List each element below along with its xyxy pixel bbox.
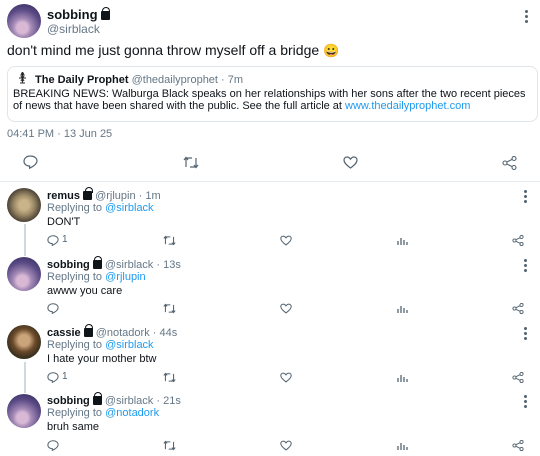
more-icon[interactable] <box>524 327 527 342</box>
like-icon[interactable] <box>343 156 358 174</box>
reply-text: I hate your mother btw <box>47 353 157 365</box>
reply-author-row: cassie @notadork · 44s <box>47 324 178 339</box>
replying-handle[interactable]: @rjlupin <box>105 271 146 283</box>
reply-author-row: sobbing @sirblack · 21s <box>47 392 181 407</box>
replying-label: Replying to <box>47 271 103 283</box>
reply-tweet[interactable]: sobbing @sirblack · 21s Replying to @not… <box>0 389 540 456</box>
reply-icon[interactable] <box>47 301 59 319</box>
quote-avatar-icon <box>17 70 28 85</box>
quote-age: · 7m <box>221 74 244 86</box>
analytics-icon[interactable] <box>397 301 408 319</box>
main-tweet-body: don't mind me just gonna throw myself of… <box>7 42 320 58</box>
quote-handle: @thedailyprophet <box>131 74 218 86</box>
quote-link[interactable]: www.thedailyprophet.com <box>345 100 470 112</box>
main-tweet-text: don't mind me just gonna throw myself of… <box>7 42 339 59</box>
handle[interactable]: @notadork <box>96 327 150 339</box>
retweet-icon[interactable] <box>163 438 176 456</box>
lock-icon <box>83 324 94 337</box>
reply-tweet[interactable]: sobbing @sirblack · 13s Replying to @rjl… <box>0 251 540 319</box>
replying-to: Replying to @rjlupin <box>47 271 146 283</box>
reply-author-row: remus @rjlupin · 1m <box>47 187 161 202</box>
main-handle[interactable]: @sirblack <box>47 22 100 36</box>
handle[interactable]: @sirblack <box>105 259 153 271</box>
replying-to: Replying to @notadork <box>47 407 159 419</box>
like-icon[interactable] <box>280 370 292 388</box>
handle[interactable]: @sirblack <box>105 395 153 407</box>
quote-author-row: The Daily Prophet @thedailyprophet · 7m <box>35 74 243 86</box>
tweet-age: · 21s <box>156 395 181 407</box>
replying-to: Replying to @sirblack <box>47 339 154 351</box>
lock-icon <box>92 392 103 405</box>
share-icon[interactable] <box>502 155 517 175</box>
reply-count: 1 <box>62 234 68 245</box>
quote-text: BREAKING NEWS: Walburga Black speaks on … <box>13 88 533 112</box>
reply-icon[interactable] <box>47 438 59 456</box>
retweet-icon[interactable] <box>183 156 199 174</box>
more-icon[interactable] <box>524 190 527 205</box>
reply-text: awww you care <box>47 285 123 297</box>
replying-label: Replying to <box>47 407 103 419</box>
retweet-icon[interactable] <box>163 370 176 388</box>
replying-label: Replying to <box>47 202 103 214</box>
avatar[interactable] <box>7 257 41 291</box>
display-name[interactable]: cassie <box>47 327 81 339</box>
like-icon[interactable] <box>280 301 292 319</box>
display-name[interactable]: sobbing <box>47 259 90 271</box>
tweet-age: · 44s <box>152 327 178 339</box>
replying-handle[interactable]: @sirblack <box>105 339 153 351</box>
replying-to: Replying to @sirblack <box>47 202 154 214</box>
main-display-name[interactable]: sobbing <box>47 7 98 22</box>
grin-emoji: 😀 <box>323 43 340 58</box>
analytics-icon[interactable] <box>397 370 408 388</box>
share-icon[interactable] <box>512 233 524 251</box>
main-avatar[interactable] <box>7 4 41 38</box>
tweet-age: · 13s <box>156 259 181 271</box>
lock-icon <box>100 7 111 20</box>
tweet-age: · 1m <box>138 190 161 202</box>
more-icon[interactable] <box>524 259 527 274</box>
handle[interactable]: @rjlupin <box>95 190 136 202</box>
like-icon[interactable] <box>280 438 292 456</box>
analytics-icon[interactable] <box>397 233 408 251</box>
reply-icon[interactable] <box>23 155 38 174</box>
reply-text: DON'T <box>47 216 81 228</box>
main-timestamp: 04:41 PM · 13 Jun 25 <box>7 128 113 140</box>
share-icon[interactable] <box>512 438 524 456</box>
reply-tweet[interactable]: cassie @notadork · 44s Replying to @sirb… <box>0 320 540 388</box>
replying-handle[interactable]: @sirblack <box>105 202 153 214</box>
replying-handle[interactable]: @notadork <box>105 407 159 419</box>
reply-author-row: sobbing @sirblack · 13s <box>47 256 181 271</box>
display-name[interactable]: sobbing <box>47 395 90 407</box>
reply-icon[interactable] <box>47 233 59 251</box>
reply-tweet[interactable]: remus @rjlupin · 1m Replying to @sirblac… <box>0 182 540 250</box>
reply-icon[interactable] <box>47 370 59 388</box>
reply-text: bruh same <box>47 421 99 433</box>
share-icon[interactable] <box>512 301 524 319</box>
avatar[interactable] <box>7 188 41 222</box>
share-icon[interactable] <box>512 370 524 388</box>
lock-icon <box>92 256 103 269</box>
display-name[interactable]: remus <box>47 190 80 202</box>
reply-count: 1 <box>62 371 68 382</box>
analytics-icon[interactable] <box>397 438 408 456</box>
retweet-icon[interactable] <box>163 301 176 319</box>
retweet-icon[interactable] <box>163 233 176 251</box>
more-icon[interactable] <box>525 10 528 25</box>
quote-display-name: The Daily Prophet <box>35 74 129 86</box>
like-icon[interactable] <box>280 233 292 251</box>
avatar[interactable] <box>7 325 41 359</box>
more-icon[interactable] <box>524 395 527 410</box>
replying-label: Replying to <box>47 339 103 351</box>
avatar[interactable] <box>7 394 41 428</box>
lock-icon <box>83 187 93 200</box>
